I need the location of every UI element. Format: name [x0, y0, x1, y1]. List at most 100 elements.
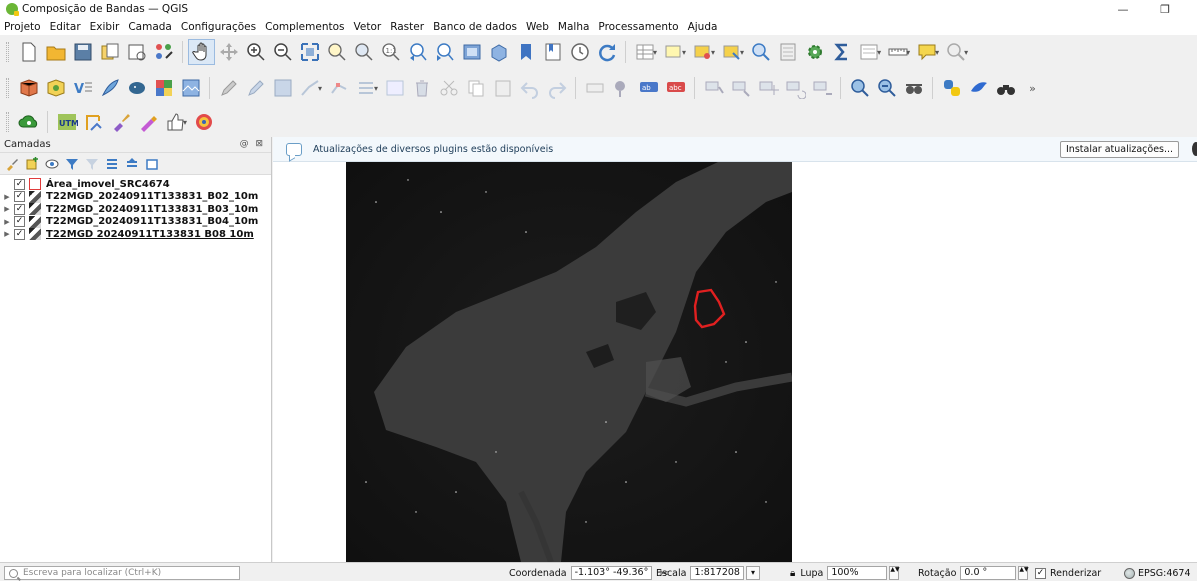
zoom-in-button[interactable] [242, 39, 269, 65]
install-updates-button[interactable]: Instalar atualizações... [1060, 141, 1180, 158]
plugin-crane-button[interactable] [80, 109, 107, 135]
utm-zones-button[interactable]: UTM [53, 109, 80, 135]
restore-button[interactable]: ❐ [1150, 0, 1180, 18]
vertex-tool-button[interactable] [325, 75, 352, 101]
toolbar-grip[interactable] [6, 112, 9, 132]
expand-arrow-icon[interactable]: ▶ [0, 218, 14, 226]
new-print-layout-button[interactable] [123, 39, 150, 65]
layer-tree-item[interactable]: ▶ ✓ T22MGD_20240911T133831_B03_10m [0, 203, 271, 215]
dropdown-arrow-icon[interactable]: ▾ [374, 84, 378, 93]
crs-button[interactable]: EPSG:4674 [1124, 566, 1191, 580]
layer-tree-item[interactable]: ▶ ✓ T22MGD_20240911T133831_B02_10m [0, 190, 271, 203]
identify-features-button[interactable] [747, 39, 774, 65]
manage-map-themes-button[interactable] [44, 156, 60, 172]
menu-complementos[interactable]: Complementos [265, 21, 344, 33]
cut-features-button[interactable] [435, 75, 462, 101]
scale-field[interactable]: 1:817208 [690, 566, 744, 580]
render-checkbox[interactable]: ✓ [1035, 567, 1046, 579]
zoom-full-button[interactable] [296, 39, 323, 65]
zoom-to-layer-button[interactable] [350, 39, 377, 65]
polygon-symbol-icon[interactable] [29, 178, 41, 190]
processing-toolbox-button[interactable] [801, 39, 828, 65]
layer-tree-item[interactable]: ▶ ✓ T22MGD_20240911T133831_B04_10m [0, 215, 271, 228]
zoom-native-button[interactable]: 1:1 [377, 39, 404, 65]
dropdown-arrow-icon[interactable]: ▾ [711, 48, 715, 57]
incognito-plugin-button[interactable] [900, 75, 927, 101]
panel-float-close-controls[interactable]: @ ⊠ [240, 139, 265, 149]
style-manager-button[interactable] [150, 39, 177, 65]
label-toolbar-button[interactable] [581, 75, 608, 101]
plugin-brush-button[interactable] [107, 109, 134, 135]
open-field-calculator-button[interactable] [774, 39, 801, 65]
binoculars-button[interactable] [992, 75, 1019, 101]
add-postgis-layer-button[interactable] [123, 75, 150, 101]
new-map-view-button[interactable] [458, 39, 485, 65]
layer-visibility-checkbox[interactable]: ✓ [14, 216, 25, 227]
pan-to-selection-button[interactable] [215, 39, 242, 65]
expand-arrow-icon[interactable]: ▶ [0, 193, 14, 201]
python-console-button[interactable] [938, 75, 965, 101]
scale-dropdown-icon[interactable]: ▾ [745, 566, 760, 580]
new-project-button[interactable] [15, 39, 42, 65]
menu-camada[interactable]: Camada [128, 21, 172, 33]
layer-labeling-button[interactable] [608, 75, 635, 101]
rotation-field[interactable]: 0.0 ° [960, 566, 1017, 580]
coordinate-field[interactable]: -1.103° -49.36° [570, 566, 653, 580]
modify-attributes-button[interactable] [381, 75, 408, 101]
collapse-all-button[interactable] [124, 156, 140, 172]
layer-tree-item[interactable]: ✓ Área_imovel_SRC4674 [0, 178, 271, 190]
layer-visibility-checkbox[interactable]: ✓ [14, 191, 25, 202]
toggle-editing-button[interactable] [242, 75, 269, 101]
save-layer-edits-button[interactable] [269, 75, 296, 101]
toolbar-grip[interactable] [6, 78, 9, 98]
zoom-next-button[interactable] [431, 39, 458, 65]
lock-scale-icon[interactable]: 🔒︎ [790, 568, 795, 579]
show-bookmarks-button[interactable] [539, 39, 566, 65]
move-label-button[interactable] [754, 75, 781, 101]
dropdown-arrow-icon[interactable]: ▾ [653, 48, 657, 57]
temporal-controller-button[interactable] [566, 39, 593, 65]
open-project-button[interactable] [42, 39, 69, 65]
layer-visibility-checkbox[interactable]: ✓ [14, 228, 25, 240]
add-raster-layer-button[interactable] [150, 75, 177, 101]
menu-configuracoes[interactable]: Configurações [181, 21, 256, 33]
copy-features-button[interactable] [462, 75, 489, 101]
pan-map-button[interactable] [188, 39, 215, 65]
semi-auto-georef-button[interactable] [846, 75, 873, 101]
open-layer-styling-button[interactable] [4, 156, 20, 172]
expand-arrow-icon[interactable]: ▶ [0, 205, 14, 213]
zoom-to-selection-button[interactable] [323, 39, 350, 65]
toolbar-overflow-button[interactable]: » [1019, 75, 1046, 101]
dropdown-arrow-icon[interactable]: ▾ [906, 48, 910, 57]
delete-selected-button[interactable] [408, 75, 435, 101]
new-3d-view-button[interactable] [485, 39, 512, 65]
locator-search-input[interactable]: Escreva para localizar (Ctrl+K) [4, 566, 240, 580]
menu-web[interactable]: Web [526, 21, 549, 33]
plugin-bird-button[interactable] [965, 75, 992, 101]
dropdown-arrow-icon[interactable]: ▾ [318, 84, 322, 93]
remove-layer-button[interactable] [144, 156, 160, 172]
statistical-summary-button[interactable] [828, 39, 855, 65]
pin-labels-button[interactable] [700, 75, 727, 101]
quickmapservices-button[interactable] [15, 109, 42, 135]
layer-visibility-checkbox[interactable]: ✓ [14, 178, 25, 190]
add-vector-layer-button[interactable] [42, 75, 69, 101]
menu-processamento[interactable]: Processamento [598, 21, 678, 33]
plugin-target-button[interactable] [190, 109, 217, 135]
menu-ajuda[interactable]: Ajuda [688, 21, 718, 33]
layer-labeling-options-button[interactable]: ab [635, 75, 662, 101]
add-wms-layer-button[interactable] [177, 75, 204, 101]
show-hide-labels-button[interactable] [727, 75, 754, 101]
menu-malha[interactable]: Malha [558, 21, 590, 33]
layer-tree-item[interactable]: ▶ ✓ T22MGD 20240911T133831 B08 10m [0, 228, 271, 240]
expand-arrow-icon[interactable]: ▶ [0, 230, 14, 238]
dropdown-arrow-icon[interactable]: ▾ [964, 48, 968, 57]
paste-features-button[interactable] [489, 75, 516, 101]
toolbar-grip[interactable] [6, 42, 9, 62]
minimize-button[interactable]: — [1108, 0, 1138, 18]
change-label-button[interactable] [808, 75, 835, 101]
zoom-out-button[interactable] [269, 39, 296, 65]
layer-diagram-options-button[interactable]: abc [662, 75, 689, 101]
georef-plugin-button[interactable] [873, 75, 900, 101]
save-project-button[interactable] [69, 39, 96, 65]
